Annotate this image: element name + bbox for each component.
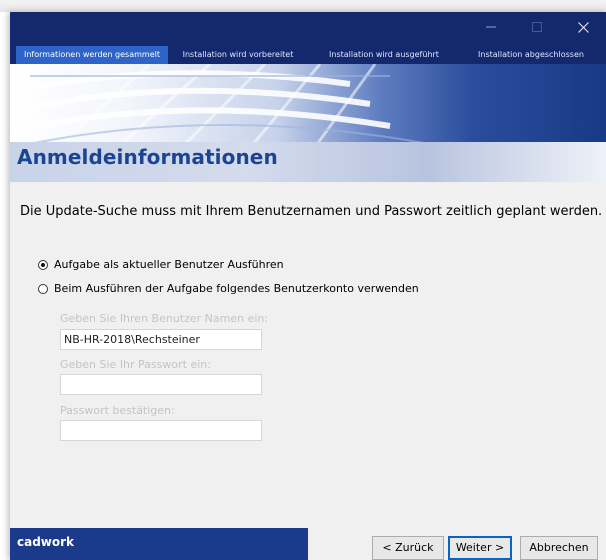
radio-current-user[interactable] [38, 259, 48, 270]
password-field[interactable] [60, 374, 262, 395]
step-preparing: Installation wird vorbereitet [182, 50, 294, 59]
step-finished: Installation abgeschlossen [478, 50, 584, 59]
close-button[interactable] [560, 12, 606, 42]
confirm-password-label: Passwort bestätigen: [60, 404, 175, 417]
option-other-user-label: Beim Ausführen der Aufgabe folgendes Ben… [54, 282, 419, 295]
page-title: Anmeldeinformationen [17, 145, 278, 169]
step-installing: Installation wird ausgeführt [329, 50, 439, 59]
username-field[interactable]: NB-HR-2018\Rechsteiner [60, 329, 262, 350]
next-button[interactable]: Weiter > [448, 536, 512, 560]
header-banner-image [10, 64, 606, 154]
installer-window: Informationen werden gesammelt Installat… [10, 12, 606, 560]
option-current-user-label: Aufgabe als aktueller Benutzer Ausführen [54, 258, 284, 271]
confirm-password-field[interactable] [60, 420, 262, 441]
brand-logo-text: cadwork [17, 535, 75, 549]
back-button[interactable]: < Zurück [372, 536, 444, 560]
desktop-background [0, 0, 606, 12]
progress-steps: Informationen werden gesammelt Installat… [10, 42, 606, 64]
radio-other-user[interactable] [38, 283, 48, 294]
brand-bar: cadwork [10, 528, 308, 560]
username-label: Geben Sie Ihren Benutzer Namen ein: [60, 312, 269, 325]
close-icon [577, 21, 589, 33]
maximize-button[interactable] [514, 12, 560, 42]
minimize-icon [486, 26, 496, 28]
option-current-user[interactable]: Aufgabe als aktueller Benutzer Ausführen [38, 258, 284, 271]
step-information: Informationen werden gesammelt [16, 46, 168, 64]
option-other-user[interactable]: Beim Ausführen der Aufgabe folgendes Ben… [38, 282, 419, 295]
cancel-button[interactable]: Abbrechen [520, 536, 598, 560]
title-bar[interactable] [10, 12, 606, 42]
password-label: Geben Sie Ihr Passwort ein: [60, 358, 211, 371]
maximize-icon [532, 22, 542, 32]
minimize-button[interactable] [468, 12, 514, 42]
page-description: Die Update-Suche muss mit Ihrem Benutzer… [20, 204, 603, 219]
